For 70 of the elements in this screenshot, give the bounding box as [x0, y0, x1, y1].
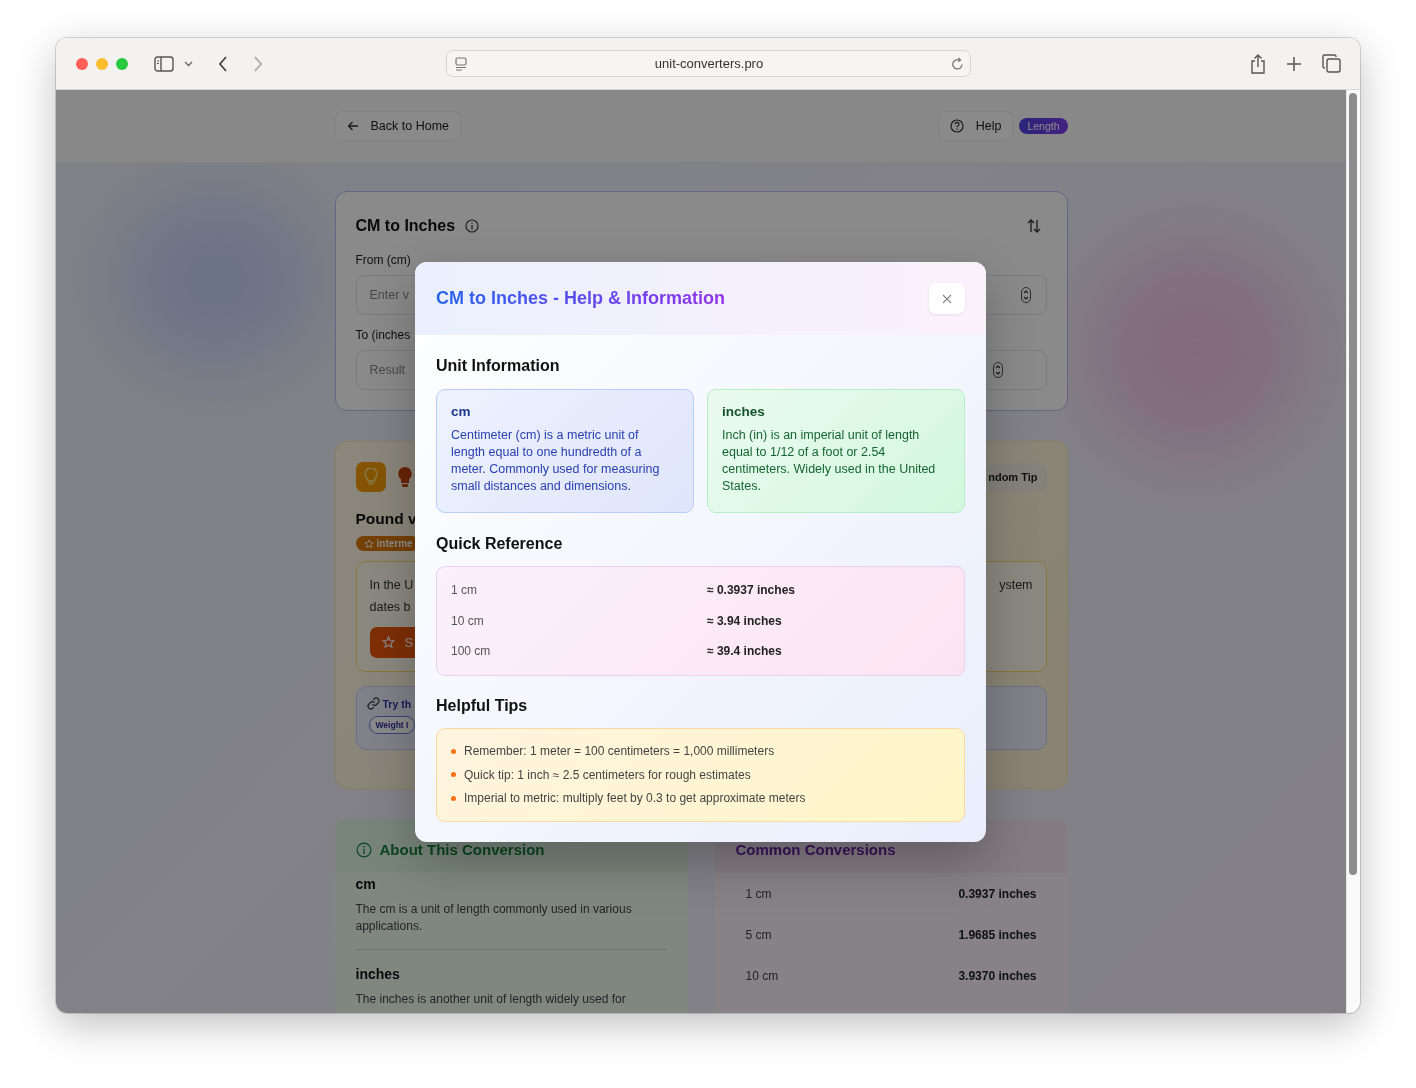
field-label: To (inches — [355, 328, 412, 342]
swap-icon[interactable] — [1026, 219, 1041, 233]
tip-text: ystem — [999, 577, 1033, 594]
conversion-to: 1.9685 inches — [958, 927, 1037, 942]
info-icon — [355, 841, 372, 858]
tip-text: Imperial to metric: multiply feet by 0.3 to get approximate meters — [464, 791, 806, 806]
unit-description: The inches is another unit of length widely used for — [355, 991, 627, 1008]
close-window-button[interactable] — [76, 57, 88, 70]
unit-name: cm — [355, 876, 377, 892]
help-button[interactable]: Help — [937, 111, 1014, 141]
reference-from: 1 cm — [451, 583, 478, 598]
conversion-from: 1 cm — [745, 886, 772, 901]
star-icon — [363, 538, 374, 549]
back-button[interactable]: Back to Home — [334, 111, 461, 141]
reference-from: 100 cm — [451, 644, 492, 659]
dialog-title: CM to Inches - Help & Information — [436, 288, 725, 309]
common-conversions-title: Common Conversions — [735, 841, 896, 858]
tip-text: In the U — [369, 577, 414, 594]
share-icon[interactable] — [1250, 53, 1266, 74]
tip-text: Remember: 1 meter = 100 centimeters = 1,000 millimeters — [464, 744, 775, 759]
back-icon[interactable] — [218, 55, 228, 72]
question-icon — [949, 119, 964, 133]
address-bar[interactable]: unit-converters.pro — [446, 50, 971, 77]
unit-name: cm — [451, 404, 472, 419]
section-heading: Helpful Tips — [436, 695, 529, 716]
reload-icon[interactable] — [951, 56, 964, 71]
reference-to: ≈ 39.4 inches — [707, 644, 783, 659]
unit-name: inches — [355, 966, 401, 982]
tip-text: dates b — [369, 599, 412, 616]
stepper-icon[interactable] — [992, 362, 1003, 378]
category-badge: Length — [1019, 118, 1068, 134]
tabs-icon[interactable] — [1322, 54, 1341, 73]
bullet-icon — [451, 772, 456, 778]
about-title: About This Conversion — [379, 841, 545, 858]
page-icon — [455, 56, 467, 71]
converter-title: CM to Inches — [355, 217, 456, 235]
chevron-down-icon[interactable] — [184, 60, 193, 67]
bullet-icon — [451, 795, 456, 801]
info-icon[interactable] — [465, 219, 480, 233]
conversion-to: 0.3937 inches — [958, 886, 1037, 901]
conversion-from: 10 cm — [745, 968, 779, 983]
reference-to: ≈ 3.94 inches — [707, 613, 783, 628]
conversion-from: 5 cm — [745, 927, 772, 942]
link-icon — [366, 697, 380, 710]
scrollbar-thumb[interactable] — [1349, 93, 1357, 875]
reference-to: ≈ 0.3937 inches — [707, 583, 796, 598]
related-link[interactable]: Weight I — [368, 716, 416, 734]
stepper-icon[interactable] — [1020, 287, 1031, 303]
bullet-icon — [451, 748, 456, 754]
star-icon — [381, 636, 395, 649]
reference-from: 10 cm — [451, 613, 485, 628]
related-label: Try th — [382, 697, 412, 710]
plus-icon[interactable] — [1286, 55, 1302, 72]
tip-text: Quick tip: 1 inch ≈ 2.5 centimeters for rough estimates — [464, 767, 751, 782]
url-text: unit-converters.pro — [653, 56, 765, 71]
unit-description: Inch (in) is an imperial unit of length equal to 1/12 of a foot or 2.54 centimeters. Widely used in the United States. — [722, 427, 937, 495]
scrollbar[interactable] — [1346, 90, 1360, 1013]
lightbulb-icon — [355, 462, 386, 492]
unit-description: The cm is a unit of length commonly used in various applications. — [355, 901, 633, 935]
unit-description: Centimeter (cm) is a metric unit of length equal to one hundredth of a meter. Commonly used for measuring small distances and dimensions. — [451, 427, 661, 495]
conversion-to: 3.9370 inches — [958, 968, 1037, 983]
random-tip-button[interactable]: ndom Tip — [986, 463, 1047, 491]
unit-name: inches — [722, 404, 766, 419]
arrow-left-icon — [346, 120, 359, 132]
section-heading: Quick Reference — [436, 534, 564, 554]
sidebar-icon[interactable] — [154, 55, 174, 72]
section-heading: Unit Information — [436, 356, 561, 376]
field-label: From (cm) — [355, 253, 412, 267]
close-icon — [942, 293, 952, 304]
lightbulb-icon — [397, 467, 412, 487]
